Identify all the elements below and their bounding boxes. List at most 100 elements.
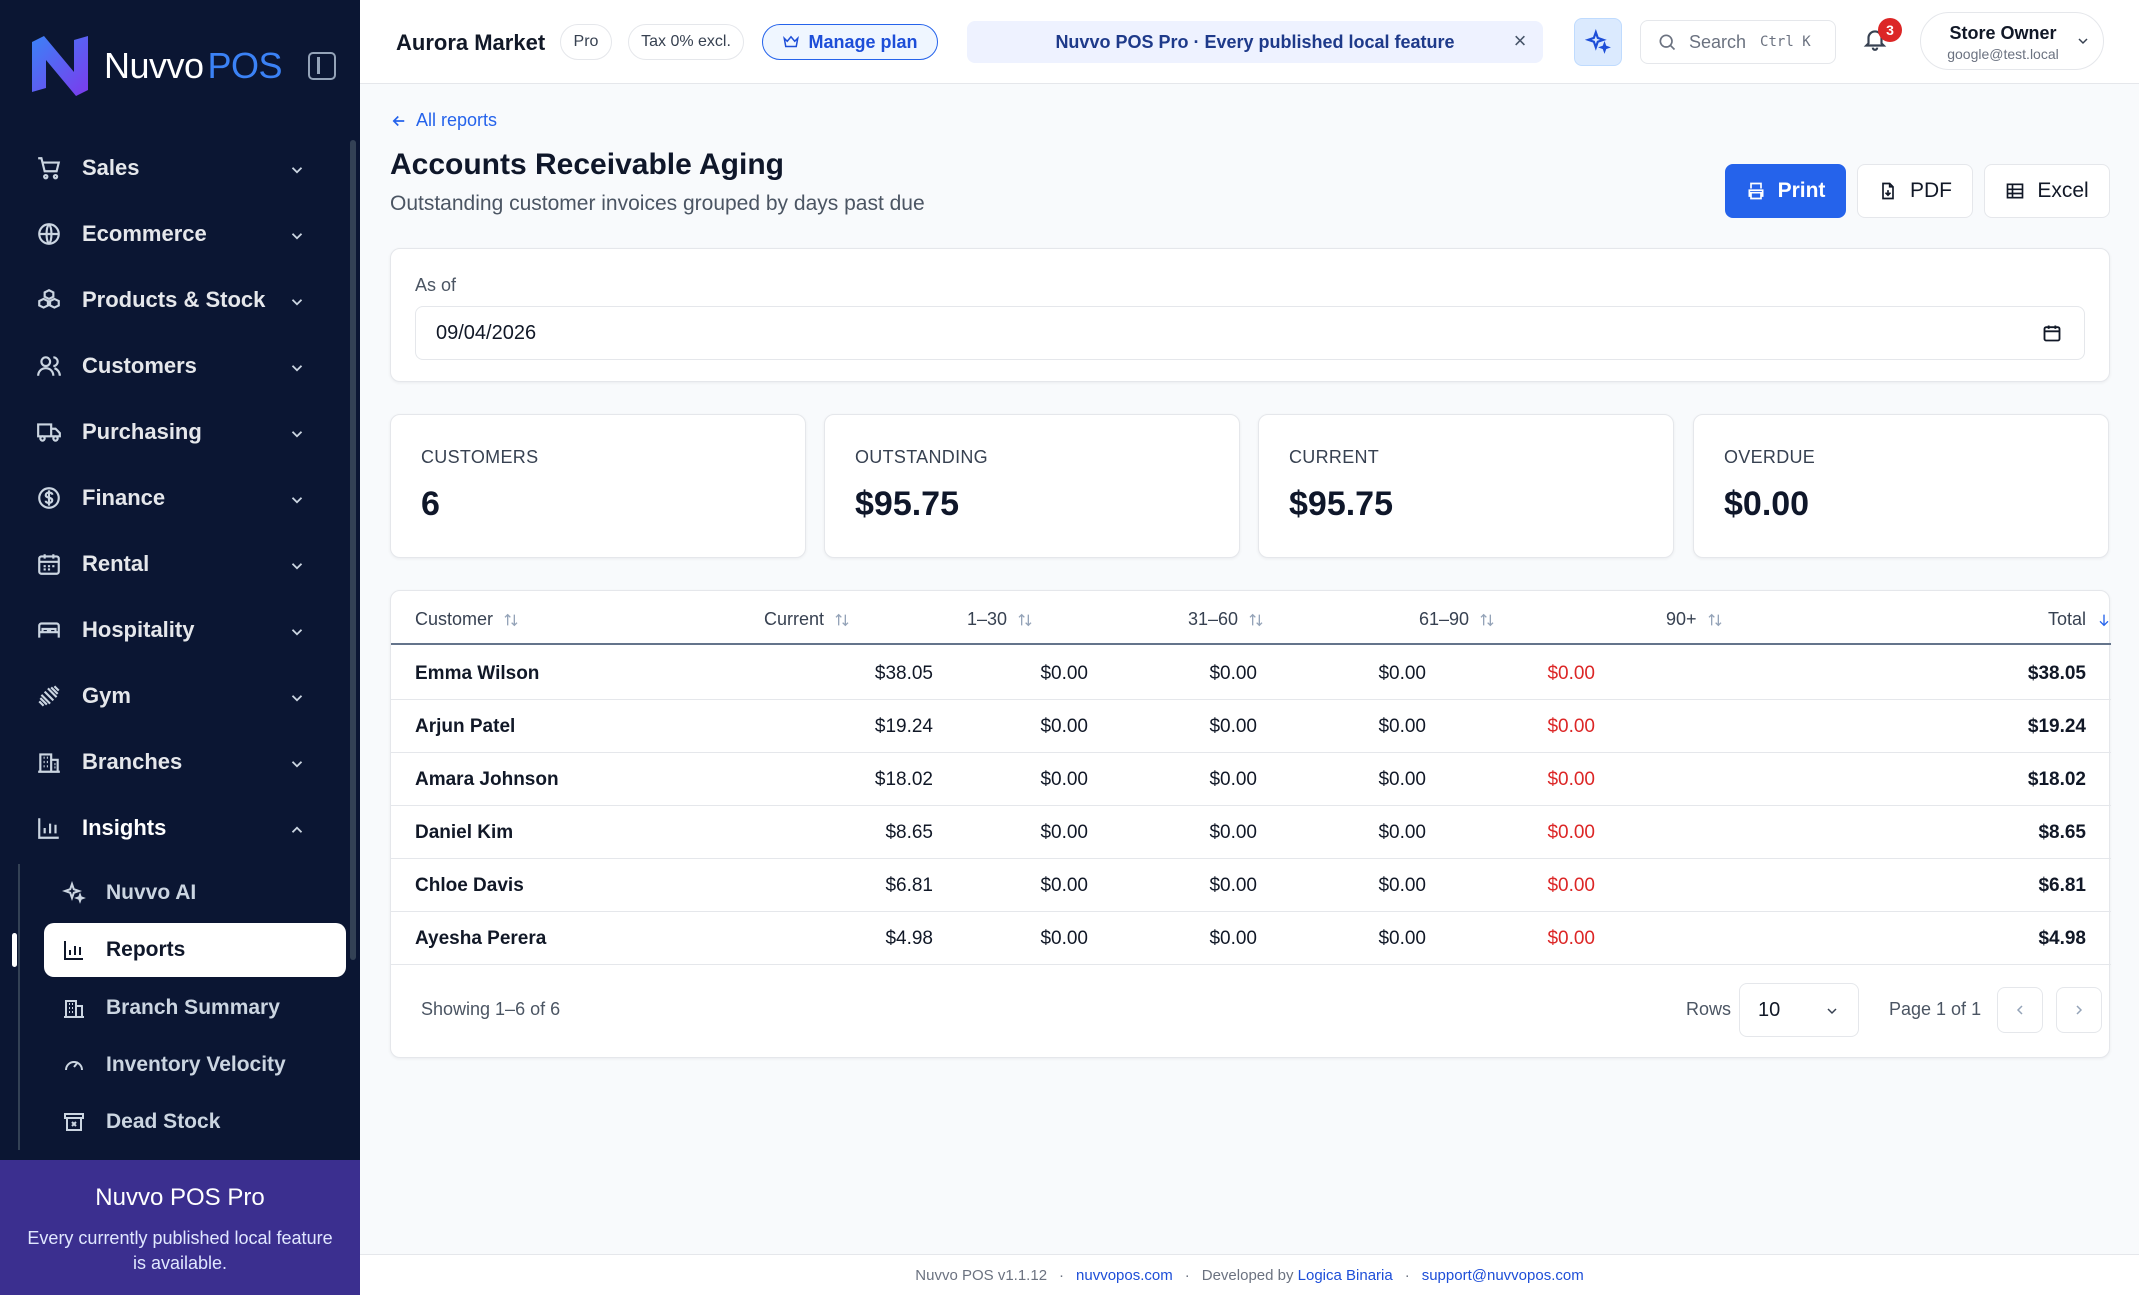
sidebar-subitem-label: Reports: [106, 938, 186, 961]
amount-cell: $6.81: [2038, 875, 2086, 896]
sidebar-item-branches[interactable]: Branches: [0, 729, 360, 795]
amount-cell: $19.24: [2027, 716, 2086, 737]
sidebar-subitem-inventory-velocity[interactable]: Inventory Velocity: [20, 1036, 348, 1093]
nuvvo-logo-icon: [32, 36, 88, 96]
calendar-icon[interactable]: [2042, 323, 2062, 343]
manage-plan-label: Manage plan: [808, 31, 918, 52]
sort-icon: [1018, 613, 1032, 626]
amount-cell: $0.00: [1547, 716, 1595, 737]
customer-name: Emma Wilson: [415, 663, 540, 684]
arrow-left-icon: [392, 115, 405, 126]
amount-cell: $0.00: [1547, 663, 1595, 684]
website-link[interactable]: nuvvopos.com: [1076, 1267, 1173, 1284]
pdf-button[interactable]: PDF: [1857, 164, 1973, 218]
column-label: 1–30: [967, 609, 1008, 629]
column-header-current[interactable]: Current: [764, 609, 850, 630]
as-of-label: As of: [415, 275, 457, 295]
table-row[interactable]: Emma Wilson $38.05 $0.00 $0.00 $0.00 $0.00 $38…: [391, 647, 2111, 700]
sidebar-item-ecommerce[interactable]: Ecommerce: [0, 201, 360, 267]
column-header-1-30[interactable]: 1–30: [967, 609, 1033, 630]
bar-chart-icon: [36, 815, 62, 841]
column-label: Customer: [415, 609, 494, 629]
plan-badge: Pro: [560, 24, 612, 60]
page-title: Accounts Receivable Aging: [390, 148, 784, 181]
sort-icon: [1708, 613, 1722, 626]
kpi-value: $95.75: [855, 485, 959, 523]
table-row[interactable]: Amara Johnson $18.02 $0.00 $0.00 $0.00 $0.00 $…: [391, 753, 2111, 806]
print-label: Print: [1777, 179, 1826, 202]
manage-plan-button[interactable]: Manage plan: [762, 24, 938, 60]
dumbbell-icon: [36, 683, 62, 709]
table-row[interactable]: Daniel Kim $8.65 $0.00 $0.00 $0.00 $0.00 $8.65: [391, 806, 2111, 859]
sidebar-item-products-stock[interactable]: Products & Stock: [0, 267, 360, 333]
kpi-customers: CUSTOMERS 6: [390, 414, 806, 558]
sidebar-item-finance[interactable]: Finance: [0, 465, 360, 531]
sidebar-item-hospitality[interactable]: Hospitality: [0, 597, 360, 663]
sidebar-item-sales[interactable]: Sales: [0, 135, 360, 201]
ai-assistant-button[interactable]: [1574, 18, 1622, 66]
user-menu[interactable]: Store Owner google@test.local: [1920, 12, 2104, 70]
table-row[interactable]: Arjun Patel $19.24 $0.00 $0.00 $0.00 $0.00 $19…: [391, 700, 2111, 753]
search-input[interactable]: Search Ctrl K: [1640, 20, 1836, 64]
sidebar-subitem-dead-stock[interactable]: Dead Stock: [20, 1093, 348, 1150]
sidebar-nav: Sales Ecommerce Products & Stock Custome…: [0, 135, 360, 861]
sidebar-item-rental[interactable]: Rental: [0, 531, 360, 597]
kpi-overdue: OVERDUE $0.00: [1693, 414, 2109, 558]
column-label: Total: [2048, 609, 2087, 629]
table-row[interactable]: Chloe Davis $6.81 $0.00 $0.00 $0.00 $0.00 $6.8…: [391, 859, 2111, 912]
kpi-value: $95.75: [1289, 485, 1393, 523]
store-name[interactable]: Aurora Market: [396, 30, 545, 56]
chevron-down-icon: [1827, 1008, 1837, 1015]
amount-cell: $4.98: [2038, 928, 2086, 949]
sidebar-subitem-branch-summary[interactable]: Branch Summary: [20, 979, 348, 1036]
column-header-61-90[interactable]: 61–90: [1419, 609, 1495, 630]
sidebar-item-gym[interactable]: Gym: [0, 663, 360, 729]
sidebar-collapse-icon[interactable]: [308, 52, 336, 80]
column-header-31-60[interactable]: 31–60: [1188, 609, 1264, 630]
user-email: google@test.local: [1947, 46, 2059, 62]
developer-link[interactable]: Logica Binaria: [1298, 1267, 1393, 1284]
print-button[interactable]: Print: [1725, 164, 1846, 218]
developer-prefix: Developed by: [1201, 1266, 1294, 1284]
sidebar-item-label: Insights: [82, 815, 167, 840]
column-label: Current: [764, 609, 825, 629]
sidebar-item-label: Rental: [82, 551, 150, 576]
column-header-customer[interactable]: Customer: [415, 609, 519, 630]
excel-button[interactable]: Excel: [1984, 164, 2110, 218]
next-page-button[interactable]: [2056, 987, 2102, 1033]
chevron-down-icon: [288, 357, 306, 375]
rows-per-page-label: Rows: [1686, 999, 1732, 1019]
sidebar-scrollbar[interactable]: [350, 140, 356, 960]
brand-logo[interactable]: Nuvvo POS: [26, 32, 336, 100]
customer-name: Amara Johnson: [415, 769, 559, 790]
sidebar-subitem-reports[interactable]: Reports: [12, 923, 346, 977]
banner-text: Nuvvo POS Pro · Every published local fe…: [1055, 31, 1455, 52]
chevron-down-icon: [288, 225, 306, 243]
column-label: 31–60: [1188, 609, 1239, 629]
close-icon[interactable]: ×: [1509, 30, 1531, 52]
chevron-down-icon: [288, 291, 306, 309]
notifications-button[interactable]: 3: [1862, 18, 1902, 58]
rows-per-page-select[interactable]: 10: [1739, 983, 1859, 1037]
pro-banner: Nuvvo POS Pro · Every published local fe…: [967, 21, 1543, 63]
sidebar-item-insights[interactable]: Insights: [0, 795, 360, 861]
bed-icon: [36, 617, 62, 643]
column-header-90-plus[interactable]: 90+: [1666, 609, 1723, 630]
customer-name: Daniel Kim: [415, 822, 514, 843]
sidebar-subitem-nuvvo-ai[interactable]: Nuvvo AI: [20, 864, 348, 921]
chevron-down-icon: [288, 555, 306, 573]
notification-count-badge: 3: [1878, 18, 1902, 42]
table-row[interactable]: Ayesha Perera $4.98 $0.00 $0.00 $0.00 $0.00 $4…: [391, 912, 2111, 965]
chevron-down-icon: [288, 621, 306, 639]
column-header-total[interactable]: Total: [2048, 609, 2112, 630]
sidebar-item-customers[interactable]: Customers: [0, 333, 360, 399]
amount-cell: $18.02: [2027, 769, 2086, 790]
support-email-link[interactable]: support@nuvvopos.com: [1422, 1267, 1584, 1284]
top-header: Aurora Market Pro Tax 0% excl. Manage pl…: [360, 0, 2139, 84]
as-of-date-input[interactable]: 09/04/2026: [415, 306, 2085, 360]
kpi-label: CURRENT: [1289, 447, 1380, 467]
all-reports-link[interactable]: All reports: [390, 110, 497, 131]
sidebar-item-purchasing[interactable]: Purchasing: [0, 399, 360, 465]
printer-icon: [1748, 182, 1764, 200]
previous-page-button[interactable]: [1997, 987, 2043, 1033]
